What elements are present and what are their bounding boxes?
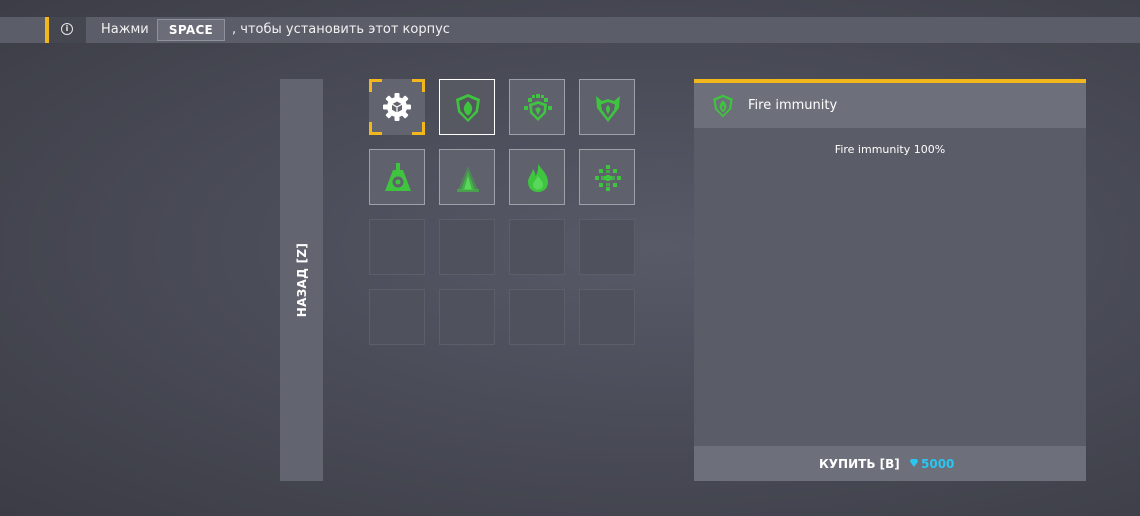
hint-prefix: Нажми	[101, 22, 149, 37]
module-slot[interactable]	[579, 149, 635, 205]
gear-icon	[383, 93, 411, 121]
module-slot[interactable]	[579, 79, 635, 135]
module-slot[interactable]	[509, 79, 565, 135]
empty-slot	[439, 219, 495, 275]
crystal-icon	[910, 459, 918, 467]
module-slot[interactable]	[439, 79, 495, 135]
hint-bar: i Нажми SPACE , чтобы установить этот ко…	[0, 17, 1140, 43]
item-title: Fire immunity	[748, 98, 838, 113]
empty-slot	[509, 289, 565, 345]
panel-header: Fire immunity	[694, 83, 1086, 128]
module-grid	[369, 79, 635, 345]
snowflake-icon	[595, 165, 621, 191]
info-cell: i	[49, 17, 86, 43]
hint-suffix: , чтобы установить этот корпус	[232, 22, 450, 37]
empty-slot	[579, 219, 635, 275]
module-slot[interactable]	[509, 149, 565, 205]
empty-slot	[579, 289, 635, 345]
details-panel: Fire immunity Fire immunity 100% КУПИТЬ …	[694, 79, 1086, 481]
info-icon: i	[61, 23, 73, 35]
back-button[interactable]: НАЗАД [Z]	[280, 79, 323, 481]
buy-button-label: КУПИТЬ [B]	[819, 457, 900, 471]
empty-slot	[369, 219, 425, 275]
selection-corner	[412, 79, 425, 92]
module-slot[interactable]	[369, 149, 425, 205]
flame-icon	[528, 164, 548, 192]
price-value: 5000	[921, 457, 955, 471]
tesla-icon	[457, 166, 479, 192]
space-key-badge: SPACE	[157, 19, 225, 41]
selection-corner	[412, 122, 425, 135]
buy-button[interactable]: КУПИТЬ [B] 5000	[694, 446, 1086, 481]
empty-slot	[509, 219, 565, 275]
back-button-label: НАЗАД [Z]	[294, 242, 309, 318]
shield-flame-icon	[456, 94, 480, 122]
shield-flame-icon	[713, 94, 733, 118]
empty-slot	[369, 289, 425, 345]
selection-corner	[369, 122, 382, 135]
empty-slot	[439, 289, 495, 345]
module-slot[interactable]	[439, 149, 495, 205]
module-slot[interactable]	[369, 79, 425, 135]
item-description: Fire immunity 100%	[834, 143, 946, 156]
mine-icon	[385, 163, 411, 191]
shield-snowflake-icon	[524, 94, 552, 121]
shield-horns-icon	[596, 96, 620, 122]
